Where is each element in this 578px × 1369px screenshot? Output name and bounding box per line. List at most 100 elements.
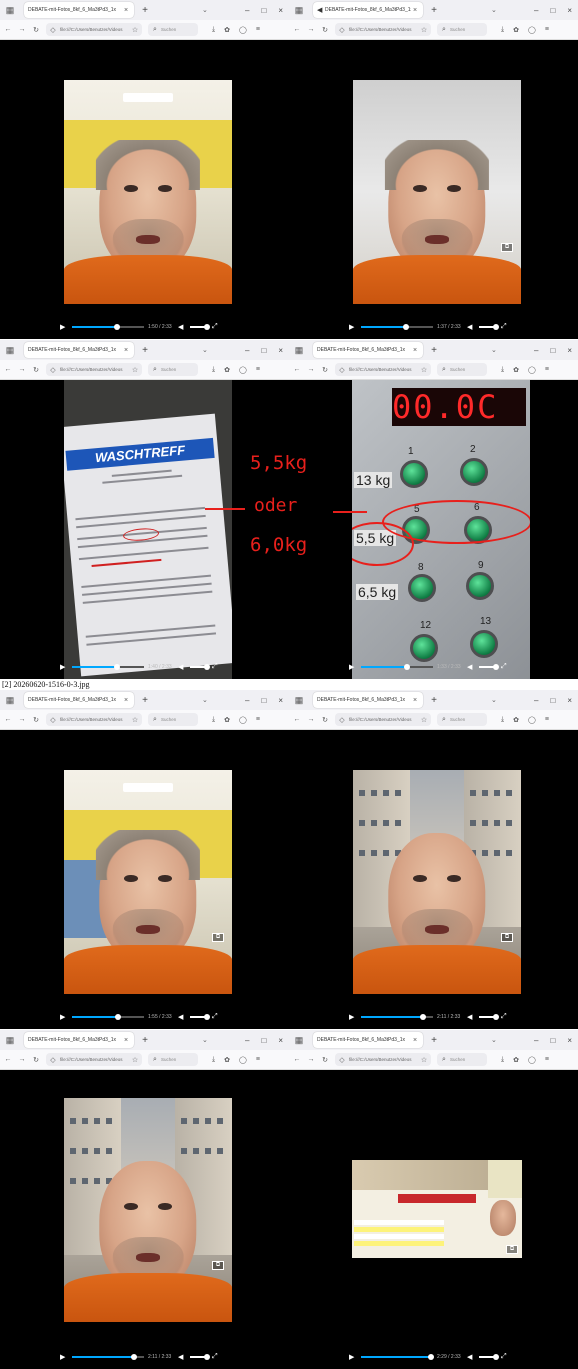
- volume-knob[interactable]: [493, 664, 499, 670]
- download-icon[interactable]: ⤓: [501, 26, 504, 34]
- close-icon[interactable]: ×: [122, 7, 130, 14]
- search-input[interactable]: ⌕ Suchen: [437, 713, 487, 726]
- window-close-icon[interactable]: ×: [278, 346, 283, 355]
- tab-list-icon[interactable]: ⌄: [491, 346, 497, 354]
- progress-knob[interactable]: [115, 1014, 122, 1020]
- maximize-icon[interactable]: □: [550, 1036, 555, 1045]
- tab-active[interactable]: DEBATE-mit-Fotos_8kf_6_Ma3tPd3_1x ×: [313, 342, 423, 358]
- menu-icon[interactable]: ≡: [545, 716, 549, 724]
- download-icon[interactable]: ⤓: [501, 716, 504, 724]
- video-frame[interactable]: ⧉: [64, 770, 232, 994]
- window-close-icon[interactable]: ×: [567, 6, 572, 15]
- close-icon[interactable]: ×: [122, 1037, 130, 1044]
- fullscreen-icon[interactable]: ⤢: [501, 323, 509, 331]
- search-input[interactable]: ⌕ Suchen: [437, 363, 487, 376]
- volume-knob[interactable]: [204, 1014, 210, 1020]
- extensions-icon[interactable]: ✿: [224, 366, 230, 374]
- volume-slider[interactable]: [479, 324, 499, 330]
- sidebar-icon[interactable]: ▦: [293, 344, 305, 356]
- window-close-icon[interactable]: ×: [278, 696, 283, 705]
- extensions-icon[interactable]: ✿: [513, 26, 519, 34]
- sidebar-icon[interactable]: ▦: [4, 344, 16, 356]
- extensions-icon[interactable]: ✿: [513, 1056, 519, 1064]
- minimize-icon[interactable]: –: [245, 696, 249, 705]
- minimize-icon[interactable]: –: [534, 6, 538, 15]
- play-icon[interactable]: ▶: [349, 323, 357, 331]
- back-icon[interactable]: ←: [4, 1056, 12, 1063]
- minimize-icon[interactable]: –: [245, 346, 249, 355]
- play-icon[interactable]: ▶: [60, 663, 68, 671]
- close-icon[interactable]: ×: [411, 347, 419, 354]
- tab-list-icon[interactable]: ⌄: [491, 6, 497, 14]
- search-input[interactable]: ⌕ Suchen: [148, 363, 198, 376]
- extensions-icon[interactable]: ✿: [224, 1056, 230, 1064]
- forward-icon[interactable]: →: [18, 26, 26, 33]
- url-bar[interactable]: ◇ file:///C:/Users/Benutzer/Videos ☆: [46, 1053, 142, 1066]
- progress-knob[interactable]: [404, 664, 411, 670]
- back-icon[interactable]: ←: [4, 366, 12, 373]
- back-icon[interactable]: ←: [4, 716, 12, 723]
- maximize-icon[interactable]: □: [261, 346, 266, 355]
- close-icon[interactable]: ×: [411, 1037, 419, 1044]
- window-close-icon[interactable]: ×: [567, 1036, 572, 1045]
- sidebar-icon[interactable]: ▦: [293, 694, 305, 706]
- search-input[interactable]: ⌕ Suchen: [148, 1053, 198, 1066]
- search-input[interactable]: ⌕ Suchen: [148, 713, 198, 726]
- tab-active[interactable]: DEBATE-mit-Fotos_8kf_6_Ma3tPd3_1x ×: [24, 2, 134, 18]
- bookmark-icon[interactable]: ☆: [131, 1056, 139, 1064]
- maximize-icon[interactable]: □: [550, 346, 555, 355]
- new-tab-icon[interactable]: +: [429, 345, 439, 356]
- url-bar[interactable]: ◇ file:///C:/Users/Benutzer/Videos ☆: [46, 23, 142, 36]
- extensions-icon[interactable]: ✿: [513, 716, 519, 724]
- reload-icon[interactable]: ↻: [321, 716, 329, 724]
- forward-icon[interactable]: →: [18, 366, 26, 373]
- maximize-icon[interactable]: □: [261, 6, 266, 15]
- url-bar[interactable]: ◇ file:///C:/Users/Benutzer/Videos ☆: [335, 1053, 431, 1066]
- download-icon[interactable]: ⤓: [212, 1056, 215, 1064]
- volume-slider[interactable]: [190, 1014, 210, 1020]
- video-frame[interactable]: ⧉: [352, 1160, 522, 1258]
- menu-icon[interactable]: ≡: [545, 26, 549, 34]
- fullscreen-icon[interactable]: ⤢: [501, 1013, 509, 1021]
- forward-icon[interactable]: →: [307, 366, 315, 373]
- tab-list-icon[interactable]: ⌄: [202, 6, 208, 14]
- new-tab-icon[interactable]: +: [429, 1035, 439, 1046]
- url-bar[interactable]: ◇ file:///C:/Users/Benutzer/Videos ☆: [335, 713, 431, 726]
- volume-knob[interactable]: [204, 1354, 210, 1360]
- forward-icon[interactable]: →: [18, 1056, 26, 1063]
- menu-icon[interactable]: ≡: [545, 366, 549, 374]
- volume-knob[interactable]: [493, 1014, 499, 1020]
- volume-knob[interactable]: [493, 1354, 499, 1360]
- tab-active[interactable]: DEBATE-mit-Fotos_8kf_6_Ma3tPd3_1x ×: [313, 692, 423, 708]
- forward-icon[interactable]: →: [307, 26, 315, 33]
- sidebar-icon[interactable]: ▦: [4, 694, 16, 706]
- menu-icon[interactable]: ≡: [256, 26, 260, 34]
- progress-knob[interactable]: [113, 664, 120, 670]
- minimize-icon[interactable]: –: [534, 1036, 538, 1045]
- window-close-icon[interactable]: ×: [567, 696, 572, 705]
- extensions-icon[interactable]: ✿: [224, 26, 230, 34]
- reload-icon[interactable]: ↻: [32, 366, 40, 374]
- sidebar-icon[interactable]: ▦: [4, 4, 16, 16]
- new-tab-icon[interactable]: +: [140, 695, 150, 706]
- progress-bar[interactable]: [72, 664, 144, 670]
- bookmark-icon[interactable]: ☆: [420, 716, 428, 724]
- url-bar[interactable]: ◇ file:///C:/Users/Benutzer/Videos ☆: [335, 23, 431, 36]
- volume-knob[interactable]: [204, 324, 210, 330]
- volume-icon[interactable]: ◀: [178, 1013, 186, 1021]
- download-icon[interactable]: ⤓: [212, 26, 215, 34]
- minimize-icon[interactable]: –: [245, 6, 249, 15]
- volume-icon[interactable]: ◀: [467, 323, 475, 331]
- volume-icon[interactable]: ◀: [467, 1013, 475, 1021]
- picture-in-picture-icon[interactable]: ⧉: [212, 933, 224, 942]
- bookmark-icon[interactable]: ☆: [131, 716, 139, 724]
- picture-in-picture-icon[interactable]: ⧉: [212, 1261, 224, 1270]
- bookmark-icon[interactable]: ☆: [131, 26, 139, 34]
- download-icon[interactable]: ⤓: [501, 366, 504, 374]
- volume-slider[interactable]: [479, 1354, 499, 1360]
- new-tab-icon[interactable]: +: [429, 695, 439, 706]
- new-tab-icon[interactable]: +: [429, 5, 439, 16]
- video-frame[interactable]: ⧉: [353, 80, 521, 304]
- volume-icon[interactable]: ◀: [178, 663, 186, 671]
- window-close-icon[interactable]: ×: [278, 1036, 283, 1045]
